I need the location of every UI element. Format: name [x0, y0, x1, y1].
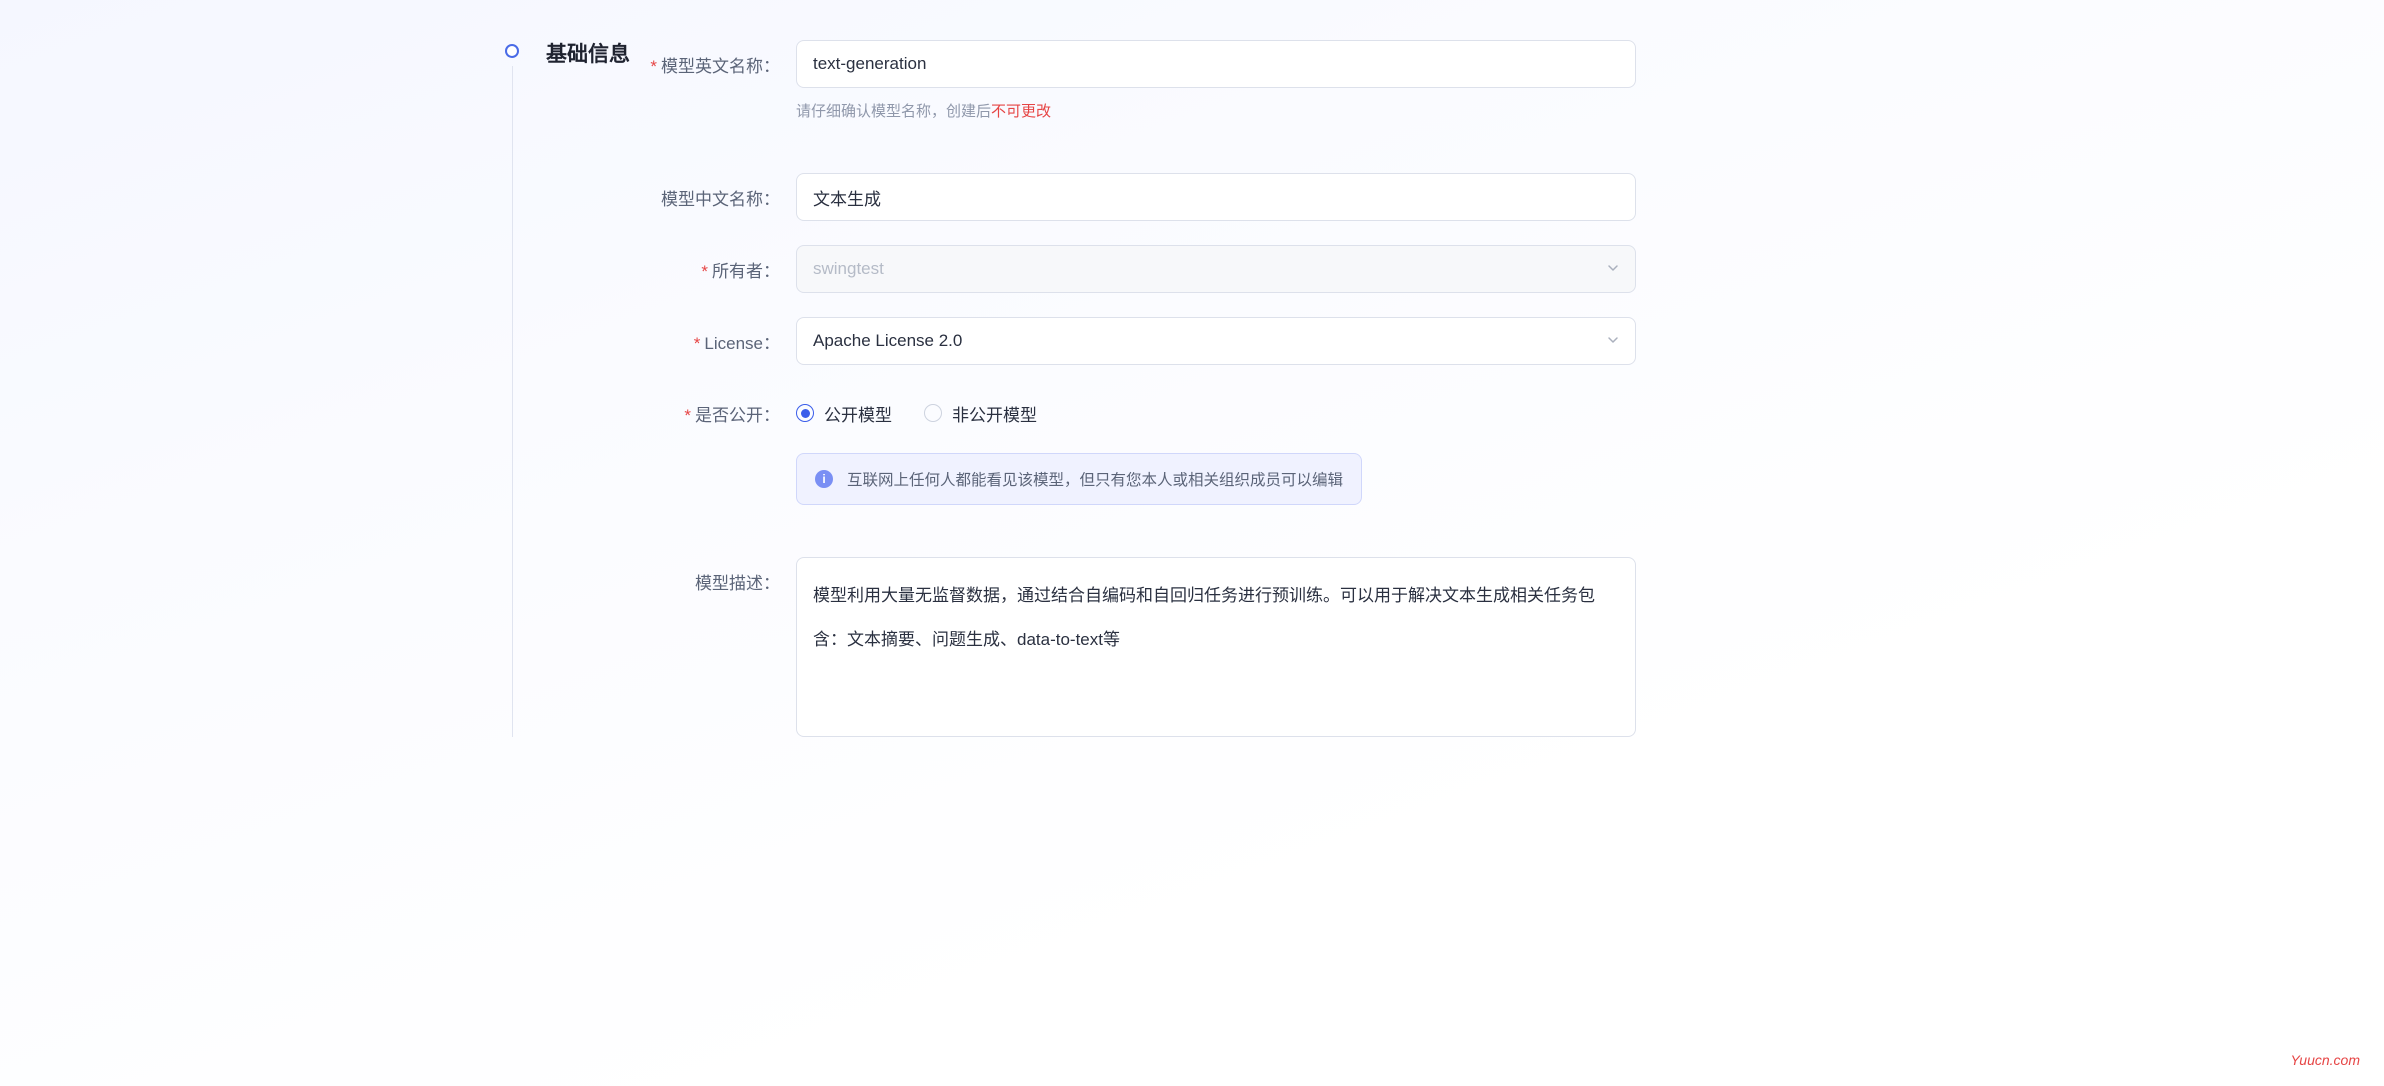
license-value: Apache License 2.0: [813, 331, 962, 351]
english-name-helper: 请仔细确认模型名称，创建后不可更改: [796, 100, 1636, 121]
license-label: License：: [546, 317, 796, 354]
owner-value: swingtest: [813, 259, 884, 279]
description-value: 模型利用大量无监督数据，通过结合自编码和自回归任务进行预训练。可以用于解决文本生…: [813, 586, 1595, 649]
visibility-radio-public[interactable]: 公开模型: [796, 401, 892, 426]
timeline: [492, 30, 532, 737]
chinese-name-label: 模型中文名称：: [546, 173, 796, 210]
visibility-private-label: 非公开模型: [952, 401, 1037, 426]
description-label: 模型描述：: [546, 557, 796, 594]
english-name-label: 模型英文名称：: [546, 40, 796, 77]
owner-select[interactable]: swingtest: [796, 245, 1636, 293]
visibility-label: 是否公开：: [546, 389, 796, 426]
visibility-info-text: 互联网上任何人都能看见该模型，但只有您本人或相关组织成员可以编辑: [847, 468, 1343, 490]
visibility-radio-private[interactable]: 非公开模型: [924, 401, 1037, 426]
watermark: Yuucn.com: [2290, 1052, 2360, 1068]
chinese-name-value: 文本生成: [813, 185, 881, 210]
english-name-value: text-generation: [813, 54, 926, 74]
chevron-down-icon: [1607, 334, 1619, 349]
info-icon: i: [815, 470, 833, 488]
english-name-input[interactable]: text-generation: [796, 40, 1636, 88]
radio-checked-icon: [796, 404, 814, 422]
owner-label: 所有者：: [546, 245, 796, 282]
license-select[interactable]: Apache License 2.0: [796, 317, 1636, 365]
chevron-down-icon: [1607, 262, 1619, 277]
description-textarea[interactable]: 模型利用大量无监督数据，通过结合自编码和自回归任务进行预训练。可以用于解决文本生…: [796, 557, 1636, 737]
timeline-line: [512, 66, 513, 737]
radio-unchecked-icon: [924, 404, 942, 422]
timeline-marker-icon: [505, 44, 519, 58]
visibility-info-box: i 互联网上任何人都能看见该模型，但只有您本人或相关组织成员可以编辑: [796, 453, 1362, 505]
visibility-public-label: 公开模型: [824, 401, 892, 426]
chinese-name-input[interactable]: 文本生成: [796, 173, 1636, 221]
